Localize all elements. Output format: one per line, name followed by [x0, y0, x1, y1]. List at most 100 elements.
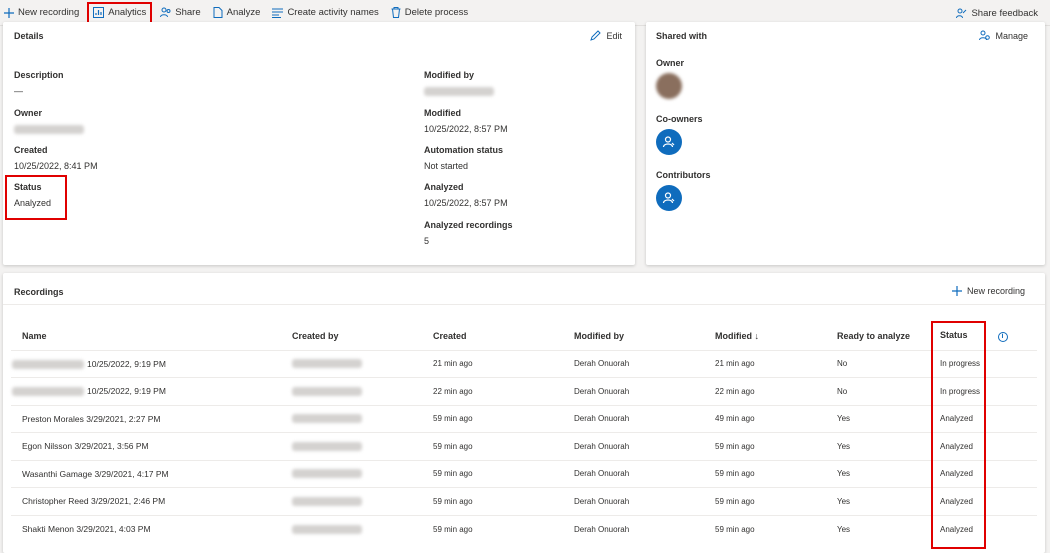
- row-modified-by: Derah Onuorah: [563, 377, 704, 405]
- table-row[interactable]: 10/25/2022, 9:19 PM 21 min ago Derah Onu…: [11, 349, 1037, 378]
- new-recording-label: New recording: [18, 7, 80, 18]
- row-modified-by: Derah Onuorah: [563, 459, 704, 488]
- table-row[interactable]: Shakti Menon 3/29/2021, 4:03 PM 59 min a…: [11, 514, 1037, 543]
- created-by-redacted: [292, 414, 362, 424]
- col-ready[interactable]: Ready to analyze: [826, 322, 929, 350]
- edit-button[interactable]: Edit: [590, 30, 622, 41]
- row-modified-by: Derah Onuorah: [563, 349, 704, 378]
- trash-icon: [391, 7, 401, 18]
- row-name[interactable]: Christopher Reed 3/29/2021, 2:46 PM: [11, 487, 281, 515]
- share-feedback-button[interactable]: Share feedback: [952, 2, 1042, 24]
- table-row[interactable]: Egon Nilsson 3/29/2021, 3:56 PM 59 min a…: [11, 432, 1037, 460]
- created-label: Created: [14, 145, 48, 155]
- row-created-by: [281, 432, 422, 460]
- analyzed-field: Analyzed 10/25/2022, 8:57 PM: [424, 182, 508, 208]
- plus-icon: [4, 7, 14, 18]
- col-created-by[interactable]: Created by: [281, 322, 422, 350]
- description-value: —: [14, 86, 23, 96]
- row-created-by: [281, 377, 422, 405]
- row-name[interactable]: Preston Morales 3/29/2021, 2:27 PM: [11, 404, 281, 433]
- row-created-by: [281, 349, 422, 378]
- share-feedback-label: Share feedback: [971, 7, 1038, 19]
- modified-by-label: Modified by: [424, 70, 474, 80]
- details-title: Details: [14, 31, 44, 41]
- owner-label: Owner: [14, 108, 43, 118]
- row-ready: No: [826, 349, 929, 378]
- col-name[interactable]: Name: [11, 322, 281, 350]
- manage-label: Manage: [995, 30, 1028, 41]
- table-row[interactable]: Wasanthi Gamage 3/29/2021, 4:17 PM 59 mi…: [11, 459, 1037, 488]
- automation-status-field: Automation status Not started: [424, 145, 503, 171]
- row-created: 59 min ago: [422, 459, 563, 488]
- row-ready: Yes: [826, 487, 929, 515]
- contributors-label: Contributors: [656, 170, 711, 180]
- row-created: 59 min ago: [422, 514, 563, 543]
- analytics-label: Analytics: [108, 7, 147, 18]
- created-by-redacted: [292, 359, 362, 369]
- create-activity-names-button[interactable]: Create activity names: [268, 2, 382, 24]
- coowners-avatar[interactable]: [656, 129, 682, 155]
- new-recording-link[interactable]: New recording: [951, 286, 1025, 296]
- recording-owner-redacted: [12, 359, 84, 369]
- owner-avatar: [656, 73, 682, 99]
- row-created: 59 min ago: [422, 487, 563, 515]
- col-modified-by[interactable]: Modified by: [563, 322, 704, 350]
- manage-people-icon: [979, 30, 991, 41]
- analyze-label: Analyze: [226, 7, 261, 18]
- create-activity-names-label: Create activity names: [287, 7, 379, 18]
- recording-owner-redacted: [12, 387, 84, 397]
- col-modified[interactable]: Modified ↓: [704, 322, 826, 350]
- manage-button[interactable]: Manage: [979, 30, 1028, 41]
- row-modified: 59 min ago: [704, 514, 826, 543]
- recordings-divider: [3, 304, 1045, 305]
- row-modified-by: Derah Onuorah: [563, 432, 704, 460]
- row-modified-by: Derah Onuorah: [563, 487, 704, 515]
- owner-field: Owner: [14, 108, 84, 135]
- share-label: Share: [175, 7, 201, 18]
- row-modified-by: Derah Onuorah: [563, 404, 704, 433]
- row-created: 59 min ago: [422, 404, 563, 433]
- analyzed-recordings-field: Analyzed recordings 5: [424, 220, 513, 246]
- created-by-redacted: [292, 441, 362, 451]
- table-row[interactable]: Preston Morales 3/29/2021, 2:27 PM 59 mi…: [11, 404, 1037, 433]
- row-name-text: 10/25/2022, 9:19 PM: [87, 358, 166, 369]
- description-field: Description —: [14, 70, 64, 96]
- row-ready: No: [826, 377, 929, 405]
- created-field: Created 10/25/2022, 8:41 PM: [14, 145, 98, 171]
- info-icon[interactable]: i: [997, 331, 1008, 342]
- table-row[interactable]: Christopher Reed 3/29/2021, 2:46 PM 59 m…: [11, 487, 1037, 515]
- new-recording-button[interactable]: New recording: [0, 2, 83, 24]
- feedback-icon: [956, 8, 967, 18]
- delete-process-button[interactable]: Delete process: [387, 2, 472, 24]
- col-created[interactable]: Created: [422, 322, 563, 350]
- shared-with-title: Shared with: [656, 31, 708, 41]
- row-name[interactable]: 10/25/2022, 9:19 PM: [11, 349, 281, 378]
- row-name[interactable]: Shakti Menon 3/29/2021, 4:03 PM: [11, 514, 281, 543]
- row-name[interactable]: 10/25/2022, 9:19 PM: [11, 377, 281, 405]
- modified-by-field: Modified by: [424, 70, 494, 97]
- row-name[interactable]: Wasanthi Gamage 3/29/2021, 4:17 PM: [11, 459, 281, 488]
- pencil-icon: [590, 30, 602, 41]
- person-icon: [662, 136, 675, 148]
- contributors-avatar[interactable]: [656, 185, 682, 211]
- table-row[interactable]: 10/25/2022, 9:19 PM 22 min ago Derah Onu…: [11, 377, 1037, 405]
- list-icon: [272, 8, 284, 18]
- description-label: Description: [14, 70, 64, 80]
- status-column-highlight-box: [931, 321, 986, 549]
- row-created: 21 min ago: [422, 349, 563, 378]
- analytics-button[interactable]: Analytics: [87, 1, 153, 24]
- row-name[interactable]: Egon Nilsson 3/29/2021, 3:56 PM: [11, 432, 281, 460]
- created-value: 10/25/2022, 8:41 PM: [14, 161, 98, 171]
- status-highlight-box: [5, 175, 67, 220]
- row-modified: 59 min ago: [704, 459, 826, 488]
- modified-label: Modified: [424, 108, 461, 118]
- recordings-card: Recordings New recording Name Created by…: [3, 273, 1045, 553]
- automation-status-label: Automation status: [424, 145, 504, 155]
- analyze-button[interactable]: Analyze: [209, 2, 265, 24]
- row-modified: 22 min ago: [704, 377, 826, 405]
- coowners-label: Co-owners: [656, 114, 703, 124]
- delete-process-label: Delete process: [404, 7, 469, 18]
- document-icon: [213, 7, 223, 18]
- analyzed-recordings-label: Analyzed recordings: [424, 220, 513, 230]
- share-button[interactable]: Share: [156, 2, 204, 24]
